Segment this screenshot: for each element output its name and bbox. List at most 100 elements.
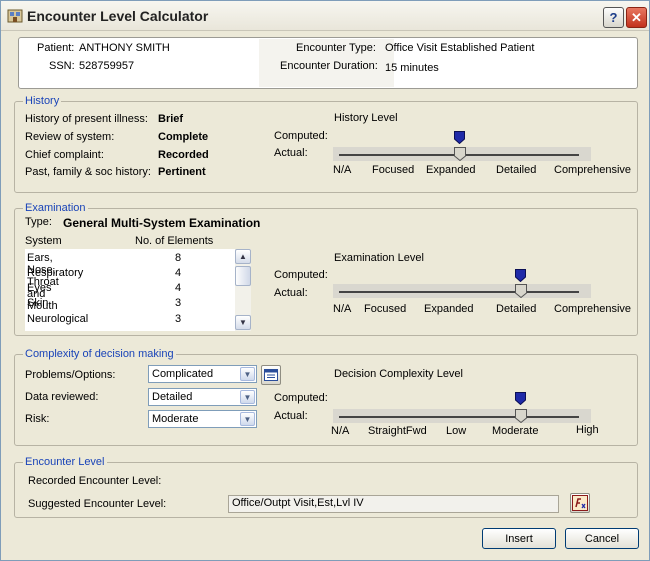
system-name: Neurological [27,313,89,325]
scroll-up-icon[interactable]: ▲ [235,249,251,264]
history-scale-label: Detailed [496,164,537,176]
encounter-type-value: Office Visit Established Patient [385,42,535,54]
exam-scale-label: Detailed [496,303,537,315]
history-computed-label: Computed: [274,130,328,142]
data-reviewed-label: Data reviewed: [25,391,99,403]
history-level-title: History Level [334,112,398,124]
exam-type-value: General Multi-System Examination [63,216,261,230]
decision-legend: Complexity of decision making [23,348,176,360]
exam-slider-thumb-icon[interactable] [515,284,527,298]
formula-button[interactable] [570,493,590,513]
exam-type-label: Type: [25,216,52,228]
decision-scale-label: Moderate [492,425,539,437]
history-row-value: Pertinent [158,166,206,178]
encounter-duration-label: Encounter Duration: [280,60,378,72]
history-level-slider[interactable] [333,147,591,161]
patient-name: ANTHONY SMITH [79,42,170,54]
patient-label: Patient: [37,42,75,54]
history-row-label: Past, family & soc history: [25,166,151,178]
risk-label: Risk: [25,413,50,425]
chevron-down-icon[interactable]: ▼ [240,367,255,381]
examination-legend: Examination [23,202,88,214]
encounter-duration-value: 15 minutes [385,62,439,74]
exam-actual-label: Actual: [274,287,308,299]
formula-icon [572,495,588,511]
decision-computed-marker-icon [515,392,526,405]
risk-selected-value: Moderate [152,413,199,425]
history-scale-label: N/A [333,164,352,176]
history-scale-label: Comprehensive [554,164,632,176]
decision-computed-label: Computed: [274,392,328,404]
ssn-label: SSN: [49,60,75,72]
exam-scale-label: Focused [364,303,407,315]
encounter-level-legend: Encounter Level [23,456,107,468]
scroll-down-icon[interactable]: ▼ [235,315,251,330]
elements-column-header: No. of Elements [135,235,214,247]
history-row-value: Recorded [158,149,209,161]
window-title: Encounter Level Calculator [27,8,209,24]
exam-level-slider[interactable] [333,284,591,298]
ssn-value: 528759957 [79,60,135,72]
system-name: Eyes [27,282,52,294]
data-reviewed-select[interactable]: Detailed ▼ [148,388,257,406]
exam-computed-label: Computed: [274,269,328,281]
help-button[interactable]: ? [603,7,624,28]
list-view-button[interactable] [261,365,281,385]
chevron-down-icon[interactable]: ▼ [240,390,255,404]
encounter-type-label: Encounter Type: [296,42,376,54]
window-app-icon [7,9,23,23]
exam-scale-label: Comprehensive [554,303,632,315]
cancel-button-label: Cancel [584,532,620,545]
element-count: 3 [175,313,182,325]
history-actual-label: Actual: [274,147,308,159]
help-icon: ? [609,10,618,25]
decision-actual-label: Actual: [274,410,308,422]
suggested-encounter-field[interactable]: Office/Outpt Visit,Est,Lvl IV [228,495,559,513]
decision-level-slider[interactable] [333,409,591,423]
element-count: 4 [175,282,182,294]
list-view-icon [264,369,278,381]
problems-label: Problems/Options: [25,369,116,381]
problems-selected-value: Complicated [152,368,214,380]
history-row-value: Complete [158,131,209,143]
problems-select[interactable]: Complicated ▼ [148,365,257,383]
cancel-button[interactable]: Cancel [565,528,639,549]
decision-scale-label: N/A [331,425,350,437]
title-bar[interactable]: Encounter Level Calculator ? ✕ [1,1,649,31]
data-reviewed-selected-value: Detailed [152,391,193,403]
suggested-encounter-label: Suggested Encounter Level: [28,498,167,510]
list-scrollbar[interactable]: ▲ ▼ [235,249,251,331]
decision-slider-thumb-icon[interactable] [515,409,527,423]
system-name: Respiratory [27,267,84,279]
decision-level-title: Decision Complexity Level [334,368,463,380]
insert-button[interactable]: Insert [482,528,556,549]
history-scale-label: Expanded [426,164,476,176]
risk-select[interactable]: Moderate ▼ [148,410,257,428]
element-count: 4 [175,267,182,279]
close-button[interactable]: ✕ [626,7,647,28]
insert-button-label: Insert [505,532,533,545]
element-count: 3 [175,297,182,309]
history-row-label: History of present illness: [25,113,148,125]
chevron-down-icon[interactable]: ▼ [240,412,255,426]
exam-systems-list[interactable]: Ears, Nose, Throat and Mouth 8 Respirato… [25,249,251,331]
system-name: Skin [27,297,49,309]
element-count: 8 [175,252,182,264]
history-slider-thumb-icon[interactable] [454,147,466,161]
history-row-label: Review of system: [25,131,115,143]
recorded-encounter-label: Recorded Encounter Level: [28,475,162,487]
exam-scale-label: N/A [333,303,352,315]
exam-scale-label: Expanded [424,303,474,315]
exam-computed-marker-icon [515,269,526,282]
exam-level-title: Examination Level [334,252,424,264]
encounter-level-calculator-window: Encounter Level Calculator ? ✕ Patient: … [0,0,650,561]
suggested-encounter-value: Office/Outpt Visit,Est,Lvl IV [232,497,364,509]
decision-scale-label: Low [446,425,467,437]
patient-info-panel: Patient: ANTHONY SMITH SSN: 528759957 En… [18,37,638,89]
close-icon: ✕ [631,9,642,25]
decision-scale-label: High [576,424,599,436]
history-computed-marker-icon [454,131,465,144]
system-column-header: System [25,235,62,247]
history-legend: History [23,95,62,107]
scroll-thumb[interactable] [235,266,251,286]
